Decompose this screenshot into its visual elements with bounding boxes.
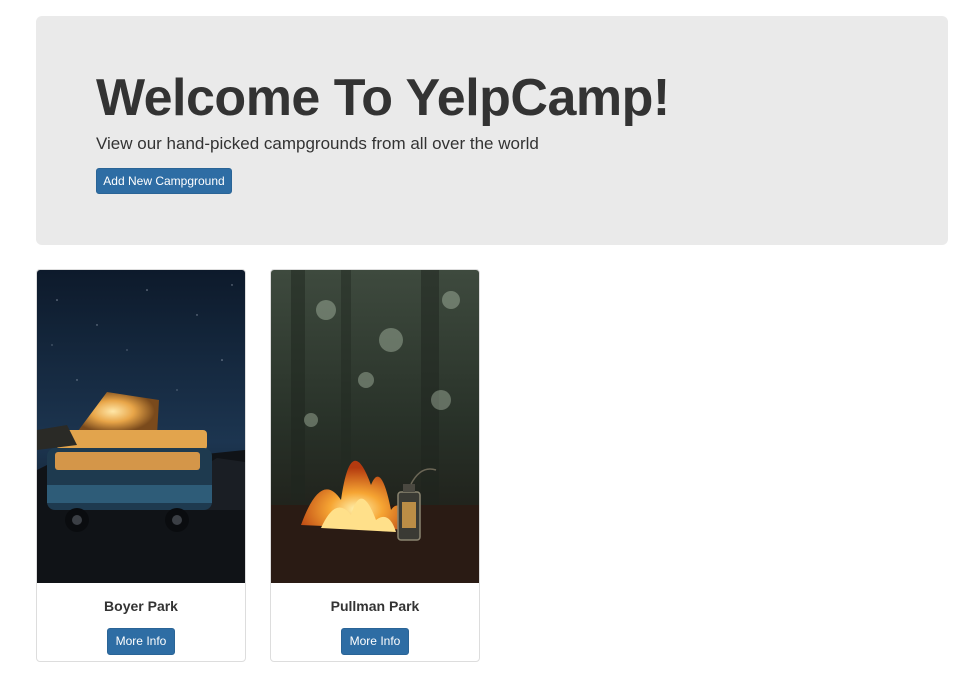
jumbotron: Welcome To YelpCamp! View our hand-picke… [36, 16, 948, 245]
campground-card: Pullman Park More Info [270, 269, 480, 662]
van-night-image[interactable] [37, 270, 245, 583]
more-info-button[interactable]: More Info [341, 628, 409, 655]
campground-card: Boyer Park More Info [36, 269, 246, 662]
more-info-button[interactable]: More Info [107, 628, 175, 655]
add-campground-button[interactable]: Add New Campground [96, 168, 232, 194]
campground-name: Pullman Park [330, 598, 420, 614]
page-subtitle: View our hand-picked campgrounds from al… [96, 134, 539, 153]
campground-name: Boyer Park [104, 598, 178, 614]
page-title: Welcome To YelpCamp! [96, 69, 670, 127]
campfire-lantern-image[interactable] [271, 270, 479, 583]
